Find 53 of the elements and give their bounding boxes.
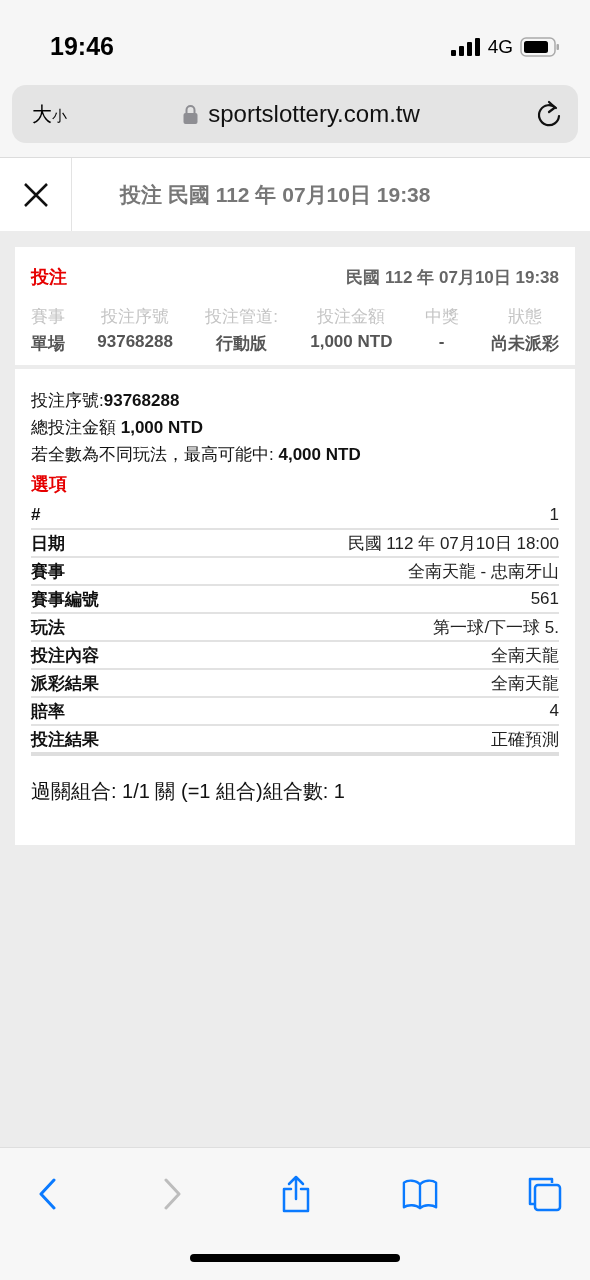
status-time: 19:46 — [50, 31, 114, 61]
detail-line: 投注序號:93768288 — [31, 390, 181, 412]
row-value: 正確預測 — [491, 728, 559, 751]
column-value: - — [438, 332, 445, 352]
tabs-icon — [526, 1176, 562, 1212]
row-value: 全南天龍 — [491, 672, 559, 695]
row-value: 4 — [549, 701, 559, 721]
column-label: 投注管道: — [205, 306, 278, 328]
detail-line: 若全數為不同玩法，最高可能中: 4,000 NTD — [31, 444, 362, 466]
row-value: 全南天龍 - 忠南牙山 — [407, 560, 559, 583]
text-size-button[interactable]: 大小 — [32, 100, 67, 128]
row-value: 全南天龍 — [491, 644, 559, 667]
lock-icon — [183, 104, 199, 124]
row-value: 第一球/下一球 5. — [433, 616, 559, 639]
bet-date: 民國 112 年 07月10日 19:38 — [346, 266, 559, 289]
row-label: 投注結果 — [31, 728, 99, 751]
close-icon — [22, 181, 49, 208]
url-text: sportslottery.com.tw — [208, 100, 420, 128]
forward-icon — [162, 1178, 182, 1210]
column-label: 中獎 — [424, 306, 459, 328]
row-label: 賠率 — [31, 700, 65, 723]
address-bar[interactable]: 大小 sportslottery.com.tw — [12, 85, 578, 143]
row-label: 賽事編號 — [31, 588, 99, 611]
row-label: 投注內容 — [31, 644, 99, 667]
column-label: 賽事 — [31, 306, 65, 328]
detail-line: 總投注金額 1,000 NTD — [31, 417, 204, 439]
row-value: 民國 112 年 07月10日 18:00 — [347, 532, 559, 555]
row-label: # — [31, 505, 41, 525]
column-value: 尚未派彩 — [491, 333, 559, 355]
column-value: 93768288 — [97, 332, 173, 352]
back-icon — [38, 1178, 58, 1210]
column-label: 狀態 — [508, 306, 542, 328]
row-label: 賽事 — [31, 560, 65, 583]
network-type: 4G — [487, 35, 513, 58]
page-title: 投注 民國 112 年 07月10日 19:38 — [118, 181, 431, 208]
combination-text: 過關組合: 1/1 關 (=1 組合)組合數: 1 — [31, 779, 346, 804]
battery-icon — [520, 36, 560, 57]
column-label: 投注序號 — [101, 306, 170, 328]
column-value: 1,000 NTD — [310, 332, 393, 352]
column-label: 投注金額 — [317, 306, 386, 328]
row-value: 561 — [530, 589, 559, 609]
options-heading: 選項 — [31, 473, 68, 496]
row-label: 派彩結果 — [31, 672, 99, 695]
reload-icon[interactable] — [536, 100, 562, 128]
column-value: 單場 — [31, 333, 65, 355]
row-label: 玩法 — [31, 616, 65, 639]
card-heading: 投注 — [31, 266, 67, 289]
row-label: 日期 — [31, 532, 65, 555]
share-icon — [280, 1175, 312, 1213]
row-value: 1 — [549, 505, 559, 525]
signal-icon — [450, 37, 481, 56]
column-value: 行動版 — [216, 333, 268, 355]
book-icon — [402, 1178, 438, 1210]
